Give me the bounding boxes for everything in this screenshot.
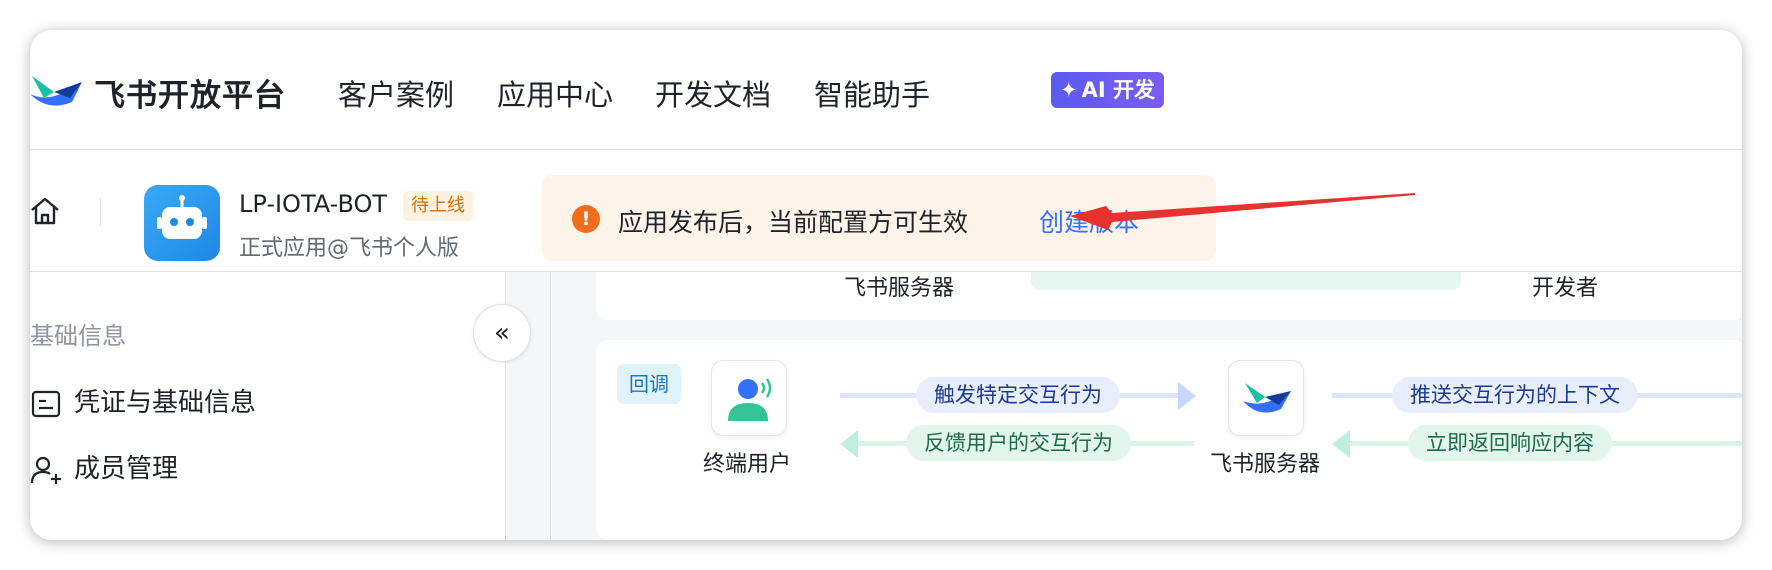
- robot-icon: [157, 195, 207, 239]
- flow-pill-partial: [1031, 272, 1461, 290]
- app-window: 飞书开放平台 客户案例 应用中心 开发文档 智能助手 ✦ AI 开发 LP-IOT…: [30, 30, 1742, 540]
- warning-icon: !: [572, 205, 600, 233]
- sidebar-item-label: 成员管理: [74, 454, 179, 484]
- sidebar-item-label: 凭证与基础信息: [74, 388, 257, 418]
- callback-flow-card: 回调 终端用户 飞书服务器 触发特定交互行为 反馈用户的交互行为 推送交互行为的…: [596, 340, 1742, 540]
- pill-feedback-interaction: 反馈用户的交互行为: [906, 425, 1131, 461]
- top-navigation: 飞书开放平台 客户案例 应用中心 开发文档 智能助手 ✦ AI 开发: [30, 30, 1742, 150]
- home-icon[interactable]: [30, 196, 60, 226]
- ai-dev-badge[interactable]: ✦ AI 开发: [1051, 72, 1164, 108]
- feishu-server-label: 飞书服务器: [1210, 452, 1321, 477]
- add-user-icon: [30, 456, 61, 484]
- ai-dev-label: AI 开发: [1081, 78, 1155, 102]
- sidebar-item-members[interactable]: 成员管理: [30, 448, 178, 486]
- user-speaking-icon: [728, 378, 772, 421]
- feishu-server-node: [1228, 360, 1304, 436]
- app-subtitle: 正式应用@飞书个人版: [239, 236, 460, 261]
- sparkle-icon: ✦: [1060, 78, 1078, 102]
- id-card-icon: [31, 390, 61, 417]
- notice-text: 应用发布后，当前配置方可生效: [618, 208, 969, 237]
- sidebar: 基础信息 凭证与基础信息 成员管理: [30, 272, 506, 540]
- feishu-logo-icon: [1243, 383, 1291, 413]
- developer-label: 开发者: [1532, 276, 1599, 301]
- sidebar-group-basic-info: 基础信息: [30, 322, 126, 350]
- app-name: LP-IOTA-BOT: [239, 190, 388, 218]
- end-user-label: 终端用户: [703, 452, 792, 477]
- nav-customer-cases[interactable]: 客户案例: [338, 72, 454, 114]
- brand-title[interactable]: 飞书开放平台: [94, 70, 286, 115]
- collapse-sidebar-button[interactable]: «: [473, 304, 531, 362]
- arrow-left-icon: [1332, 430, 1350, 458]
- nav-app-center[interactable]: 应用中心: [497, 72, 613, 114]
- nav-smart-assistant[interactable]: 智能助手: [814, 72, 930, 114]
- server-label: 飞书服务器: [844, 276, 955, 301]
- create-version-link[interactable]: 创建版本: [1039, 203, 1139, 239]
- main-content: 飞书服务器 开发者 回调 终端用户 飞书服务器 触发特定交互行为 反馈用户的交互…: [552, 252, 1742, 540]
- arrow-right-icon: [1178, 382, 1196, 410]
- status-badge: 待上线: [403, 191, 473, 221]
- app-avatar: [144, 185, 220, 261]
- pill-trigger-interaction: 触发特定交互行为: [916, 377, 1120, 413]
- nav-dev-docs[interactable]: 开发文档: [655, 72, 771, 114]
- divider: [100, 198, 101, 226]
- arrow-left-icon: [840, 430, 858, 458]
- app-header: LP-IOTA-BOT 待上线 正式应用@飞书个人版 ! 应用发布后，当前配置方…: [30, 150, 1742, 272]
- publish-notice: ! 应用发布后，当前配置方可生效 创建版本: [542, 175, 1216, 261]
- feishu-logo-icon[interactable]: [30, 68, 82, 112]
- pill-return-response: 立即返回响应内容: [1408, 425, 1612, 461]
- sidebar-item-credentials[interactable]: 凭证与基础信息: [30, 382, 256, 420]
- callback-tag: 回调: [617, 364, 681, 404]
- pill-push-context: 推送交互行为的上下文: [1392, 377, 1638, 413]
- end-user-node: [711, 360, 787, 436]
